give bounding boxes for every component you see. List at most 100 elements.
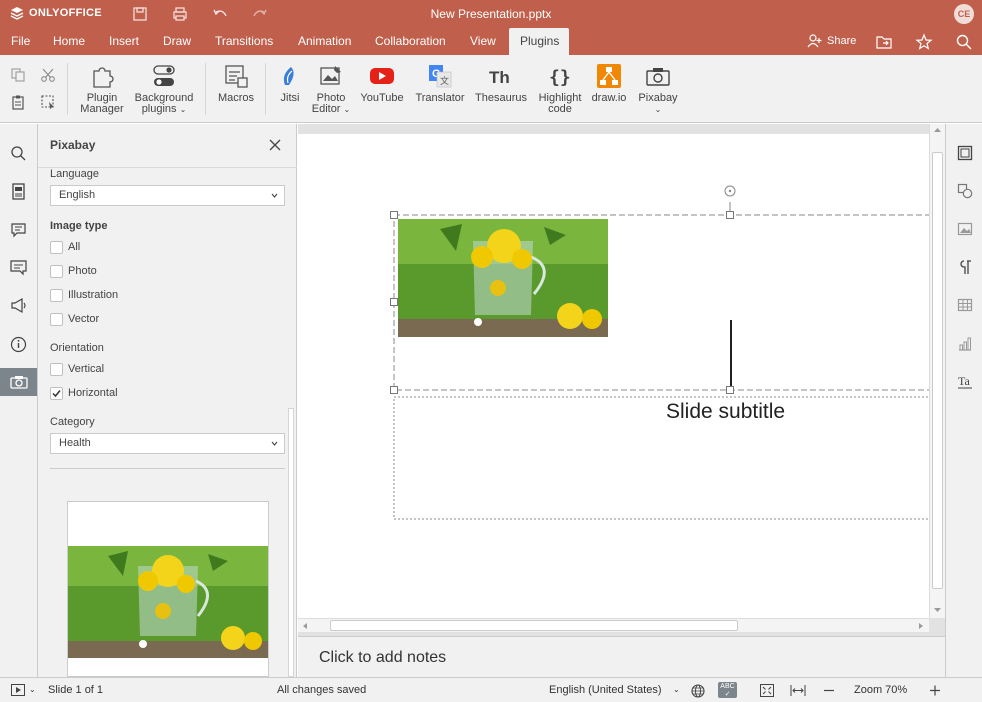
panel-scrollbar[interactable] — [288, 408, 294, 677]
vertical-scroll-thumb[interactable] — [932, 152, 943, 589]
table-settings-icon[interactable] — [957, 297, 973, 313]
pixabay-sidebar-tab[interactable] — [0, 368, 37, 396]
jitsi-icon — [283, 67, 294, 85]
tab-animation[interactable]: Animation — [290, 28, 359, 55]
slide-settings-icon[interactable] — [957, 145, 973, 161]
chevron-down-icon: ⌄ — [654, 105, 662, 114]
tab-insert[interactable]: Insert — [101, 28, 147, 55]
resize-handle[interactable] — [390, 386, 398, 394]
chat-icon[interactable] — [10, 259, 27, 276]
jitsi-button[interactable]: Jitsi — [272, 63, 308, 104]
category-select[interactable]: Health — [50, 433, 285, 454]
resize-handle[interactable] — [390, 211, 398, 219]
share-button[interactable]: Share — [807, 34, 856, 48]
feedback-megaphone-icon[interactable] — [10, 297, 27, 314]
paragraph-settings-icon[interactable] — [957, 259, 973, 275]
chevron-down-icon[interactable]: ⌄ — [673, 685, 680, 694]
checkbox-row-photo[interactable]: Photo — [50, 264, 97, 278]
text-art-settings-icon[interactable]: Ta — [957, 373, 973, 389]
search-result-thumbnail[interactable] — [67, 501, 269, 677]
pixabay-plugin-panel: Pixabay Language English Image type All … — [38, 124, 297, 677]
thesaurus-button[interactable]: Th Thesaurus — [472, 63, 530, 104]
checkbox-all[interactable] — [50, 240, 63, 254]
language-selector[interactable]: English (United States) — [549, 684, 662, 696]
start-slideshow-icon[interactable] — [11, 684, 25, 696]
chart-settings-icon[interactable] — [957, 336, 973, 352]
scroll-up-icon[interactable] — [933, 127, 942, 133]
zoom-out-icon[interactable] — [823, 684, 835, 697]
checkbox-row-vector[interactable]: Vector — [50, 312, 99, 326]
close-icon[interactable] — [268, 138, 282, 152]
checkbox-row-vertical[interactable]: Vertical — [50, 362, 104, 376]
scroll-down-icon[interactable] — [933, 607, 942, 613]
inserted-dandelion-image[interactable] — [398, 219, 608, 337]
horizontal-scrollbar[interactable] — [298, 618, 929, 632]
highlight-code-button[interactable]: {} Highlight code — [535, 63, 585, 115]
tab-home[interactable]: Home — [45, 28, 93, 55]
code-braces-icon: {} — [549, 67, 571, 88]
panel-title: Pixabay — [50, 138, 96, 152]
checkbox-vector[interactable] — [50, 312, 63, 326]
open-location-icon[interactable] — [875, 33, 893, 51]
slide-subtitle[interactable]: Slide subtitle — [666, 400, 785, 424]
resize-handle[interactable] — [726, 386, 734, 394]
about-info-icon[interactable] — [10, 336, 27, 353]
vertical-scrollbar[interactable] — [929, 124, 945, 618]
scroll-left-icon[interactable] — [302, 622, 308, 630]
toolbar-separator — [205, 63, 206, 115]
user-avatar[interactable]: CE — [954, 4, 974, 24]
horizontal-scroll-thumb[interactable] — [330, 620, 738, 631]
checkbox-row-horizontal[interactable]: Horizontal — [50, 386, 118, 400]
resize-handle[interactable] — [390, 298, 398, 306]
google-translate-icon: G 文 — [429, 65, 452, 88]
tab-plugins[interactable]: Plugins — [509, 28, 569, 55]
image-settings-icon[interactable] — [957, 221, 973, 237]
checkbox-row-illustration[interactable]: Illustration — [50, 288, 118, 302]
background-plugins-button[interactable]: Background plugins ⌄ — [130, 63, 198, 115]
fit-slide-icon[interactable] — [760, 684, 774, 697]
tab-transitions[interactable]: Transitions — [207, 28, 281, 55]
cut-icon[interactable] — [40, 67, 56, 83]
plugin-manager-button[interactable]: Plugin Manager — [78, 63, 126, 115]
favorite-star-icon[interactable] — [915, 33, 933, 51]
checkbox-horizontal[interactable] — [50, 386, 63, 400]
checkbox-label-illustration: Illustration — [68, 289, 119, 301]
chevron-down-icon[interactable]: ⌄ — [29, 685, 36, 694]
comments-icon[interactable] — [10, 221, 27, 238]
checkmark-icon — [52, 389, 61, 397]
select-all-icon[interactable] — [40, 94, 56, 110]
photo-editor-button[interactable]: Photo Editor ⌄ — [308, 63, 354, 115]
tab-collaboration[interactable]: Collaboration — [367, 28, 454, 55]
notes-pane[interactable]: Click to add notes — [298, 636, 945, 677]
slide-counter: Slide 1 of 1 — [48, 684, 104, 696]
checkbox-photo[interactable] — [50, 264, 63, 278]
spellcheck-icon[interactable]: ABC ✓ — [718, 682, 737, 698]
translator-button[interactable]: G 文 Translator — [412, 63, 468, 104]
scroll-right-icon[interactable] — [918, 622, 924, 630]
pixabay-button[interactable]: Pixabay ⌄ — [635, 63, 681, 115]
checkbox-illustration[interactable] — [50, 288, 63, 302]
youtube-button[interactable]: YouTube — [358, 63, 406, 104]
tab-view[interactable]: View — [462, 28, 504, 55]
copy-icon[interactable] — [10, 67, 26, 83]
tab-file[interactable]: File — [3, 28, 38, 55]
drawio-button[interactable]: draw.io — [589, 63, 629, 104]
checkbox-vertical[interactable] — [50, 362, 63, 376]
slide[interactable]: Slide subtitle — [298, 134, 929, 618]
zoom-in-icon[interactable] — [929, 684, 941, 697]
search-icon[interactable] — [10, 145, 27, 162]
resize-handle[interactable] — [726, 211, 734, 219]
fit-width-icon[interactable] — [790, 684, 806, 697]
slides-thumbnails-icon[interactable] — [10, 183, 27, 200]
tab-draw[interactable]: Draw — [155, 28, 199, 55]
globe-icon[interactable] — [691, 684, 705, 698]
checkbox-row-all[interactable]: All — [50, 240, 80, 254]
macros-button[interactable]: Macros — [214, 63, 258, 104]
search-icon[interactable] — [955, 33, 973, 51]
paste-icon[interactable] — [10, 94, 26, 110]
document-title: New Presentation.pptx — [430, 7, 552, 21]
rotate-handle-icon[interactable] — [723, 184, 737, 198]
selection-overlay — [393, 202, 929, 520]
language-select[interactable]: English — [50, 185, 285, 206]
shape-settings-icon[interactable] — [957, 183, 973, 199]
